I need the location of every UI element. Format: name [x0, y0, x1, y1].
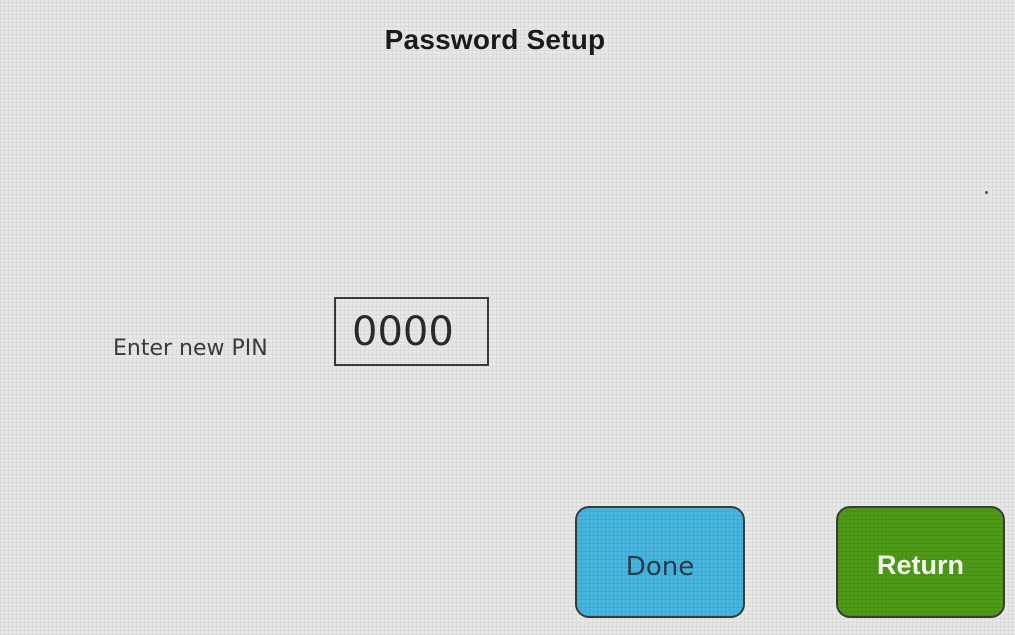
return-button-label: Return: [877, 549, 964, 580]
return-button[interactable]: Return: [836, 506, 1005, 618]
pin-input[interactable]: [334, 297, 489, 366]
page-title: Password Setup: [384, 24, 606, 55]
screen-speck: [985, 191, 988, 194]
done-button[interactable]: Done: [575, 506, 745, 618]
done-button-label: Done: [625, 552, 695, 582]
pin-label: Enter new PIN: [113, 336, 268, 361]
password-setup-screen: Password Setup Enter new PIN Done Return: [0, 0, 1015, 635]
